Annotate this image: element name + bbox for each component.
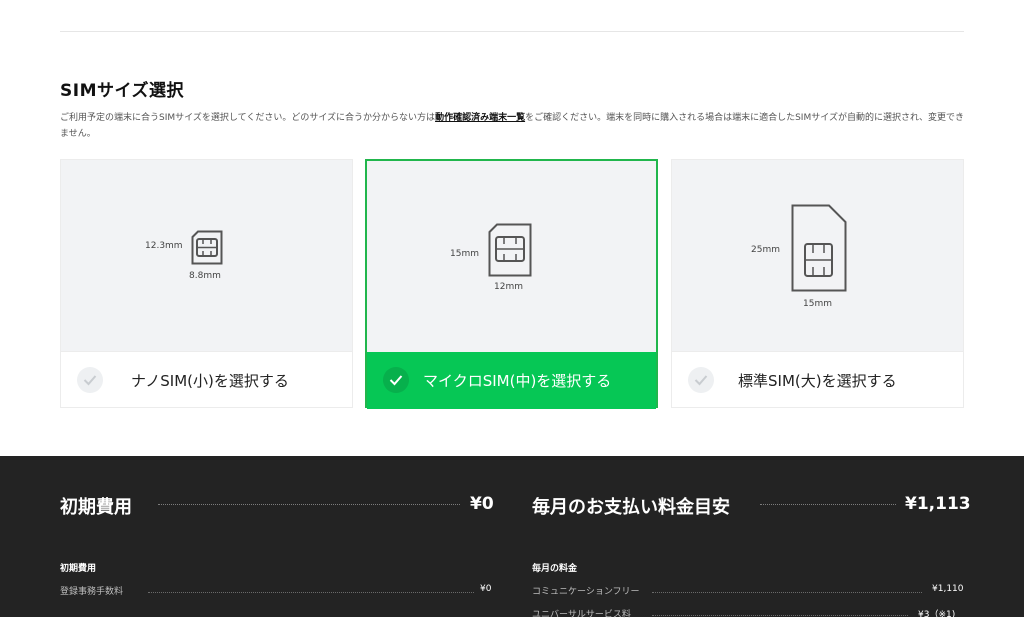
dotted-leader (652, 592, 922, 593)
monthly-cost-total: ¥1,113 (905, 494, 971, 514)
sim-height-label: 15mm (450, 249, 479, 259)
sim-option-micro[interactable]: 15mm 12mm マイクロSIM(中)を選択する (365, 159, 658, 409)
check-icon (77, 367, 103, 393)
top-divider (60, 31, 964, 32)
sim-illustration: 25mm 15mm (672, 160, 963, 351)
standard-sim-icon (791, 204, 847, 292)
dotted-leader (760, 504, 896, 505)
registration-fee-label: 登録事務手数料 (60, 587, 124, 597)
nano-sim-icon (191, 230, 223, 265)
select-nano-sim-label: ナノSIM(小)を選択する (131, 372, 289, 390)
monthly-item-label: コミュニケーションフリー (532, 587, 640, 597)
sim-option-nano[interactable]: 12.3mm 8.8mm ナノSIM(小)を選択する (60, 159, 353, 408)
sim-size-title: SIMサイズ選択 (60, 81, 184, 101)
dotted-leader (158, 504, 460, 505)
sim-size-options: 12.3mm 8.8mm ナノSIM(小)を選択する 15mm 12mm マイク… (60, 159, 964, 409)
monthly-item-label: ユニバーサルサービス料 (532, 610, 631, 620)
sim-select-row[interactable]: ナノSIM(小)を選択する (61, 351, 352, 409)
monthly-cost-title: 毎月のお支払い料金目安 (532, 497, 730, 518)
dotted-leader (652, 615, 908, 616)
check-icon (383, 367, 409, 393)
registration-fee-value: ¥0 (480, 584, 492, 594)
sim-illustration: 15mm 12mm (367, 161, 656, 352)
initial-cost-total: ¥0 (470, 494, 494, 514)
sim-height-label: 25mm (751, 245, 780, 255)
sim-height-label: 12.3mm (145, 241, 183, 251)
select-standard-sim-label: 標準SIM(大)を選択する (738, 372, 897, 390)
select-micro-sim-label: マイクロSIM(中)を選択する (423, 372, 612, 390)
initial-cost-title: 初期費用 (60, 497, 132, 518)
sim-size-description: ご利用予定の端末に合うSIMサイズを選択してください。どのサイズに合うか分からな… (60, 110, 966, 142)
price-summary-footer: 初期費用 ¥0 初期費用 登録事務手数料 ¥0 毎月のお支払い料金目安 ¥1,1… (0, 456, 1024, 620)
check-icon (688, 367, 714, 393)
sim-width-label: 12mm (494, 282, 523, 292)
sim-illustration: 12.3mm 8.8mm (61, 160, 352, 351)
sim-select-row[interactable]: 標準SIM(大)を選択する (672, 351, 963, 409)
initial-cost-subtitle: 初期費用 (60, 564, 97, 574)
monthly-item-value: ¥1,110 (932, 584, 964, 594)
verified-devices-link[interactable]: 動作確認済み端末一覧 (435, 113, 525, 123)
sim-width-label: 15mm (803, 299, 832, 309)
description-text: ご利用予定の端末に合うSIMサイズを選択してください。どのサイズに合うか分からな… (60, 113, 436, 123)
sim-width-label: 8.8mm (189, 271, 221, 281)
sim-select-row[interactable]: マイクロSIM(中)を選択する (367, 352, 656, 409)
monthly-cost-subtitle: 毎月の料金 (532, 564, 578, 574)
sim-option-standard[interactable]: 25mm 15mm 標準SIM(大)を選択する (671, 159, 964, 408)
monthly-item-value: ¥3（※1) (918, 610, 956, 620)
micro-sim-icon (488, 223, 532, 277)
dotted-leader (148, 592, 474, 593)
